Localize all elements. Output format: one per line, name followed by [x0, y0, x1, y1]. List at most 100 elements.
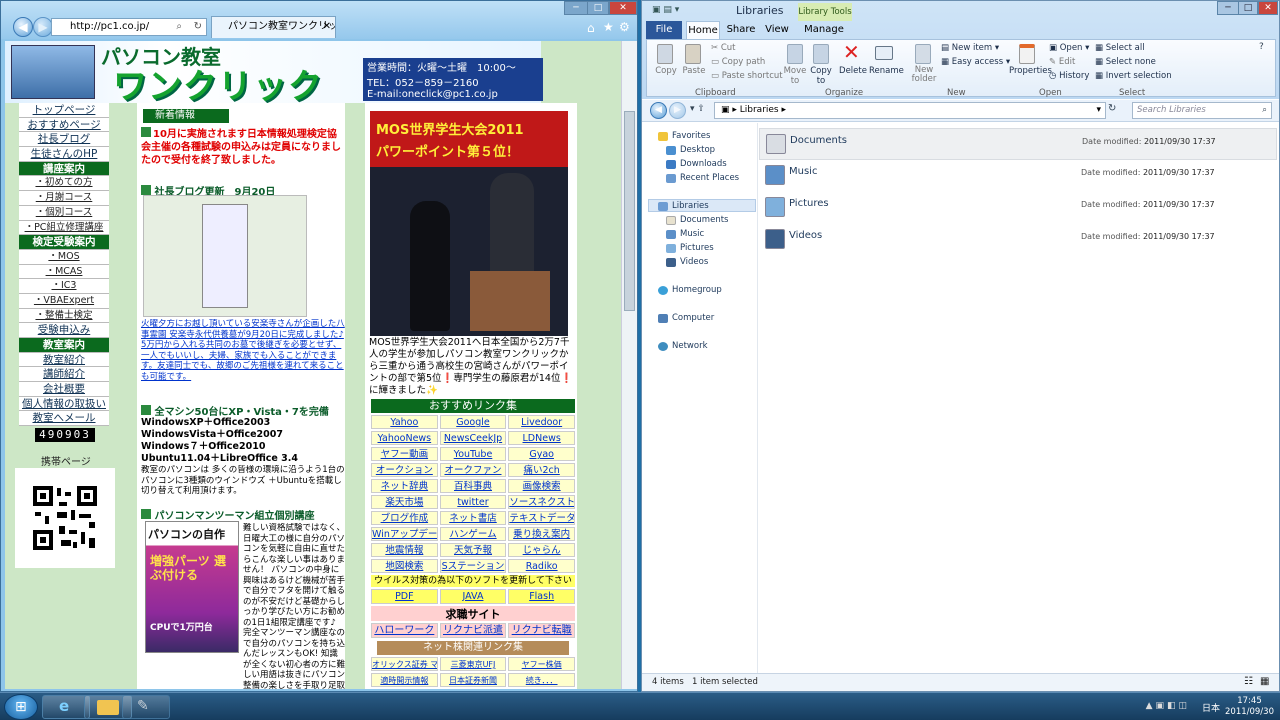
link-item[interactable]: 百科事典	[439, 479, 507, 493]
link-item[interactable]: じゃらん	[508, 543, 575, 557]
tab-manage[interactable]: Manage	[802, 21, 846, 39]
link-item[interactable]: Winアップデート	[371, 527, 438, 541]
link-item[interactable]: Yahoo	[371, 415, 438, 429]
recent-locations-icon[interactable]: ▾ ⇧	[690, 104, 705, 114]
nav-link[interactable]: 個人情報の取扱い	[19, 396, 109, 412]
nav-favorites[interactable]: Favorites	[672, 131, 710, 141]
nav-link[interactable]: ・PC組立修理講座	[19, 220, 109, 236]
tab-share[interactable]: Share	[724, 21, 758, 39]
link-item[interactable]: ネット書店	[439, 511, 507, 525]
minimize-button[interactable]: ─	[1217, 1, 1239, 15]
library-row[interactable]: Documents Date modified: 2011/09/30 17:37	[759, 128, 1277, 160]
address-bar[interactable]: ▣ ▸ Libraries ▸ ▾	[714, 102, 1106, 119]
start-button[interactable]: ⊞	[4, 694, 38, 720]
nav-link[interactable]: ・個別コース	[19, 205, 109, 221]
quick-access-toolbar[interactable]: ▣ ▤ ▾	[652, 5, 702, 17]
library-row[interactable]: Videos Date modified: 2011/09/30 17:37	[759, 224, 1277, 256]
nav-libraries[interactable]: Libraries	[672, 201, 709, 211]
favorites-star-icon[interactable]: ★	[603, 20, 614, 34]
nav-link[interactable]: 会社概要	[19, 382, 109, 397]
search-box[interactable]: Search Libraries ⌕	[1132, 102, 1272, 119]
mos-award-photo[interactable]: MOS世界学生大会2011 パワーポイント第５位！	[370, 111, 568, 336]
nav-link[interactable]: 生徒さんのHP	[19, 147, 109, 162]
link-item[interactable]: 適時開示情報	[371, 673, 438, 687]
link-item[interactable]: Sステーション	[439, 559, 507, 573]
ie-tab[interactable]: パソコン教室ワンクリック ✕	[211, 16, 336, 38]
link-item[interactable]: 画像検索	[508, 479, 575, 493]
address-bar[interactable]: http://pc1.co.jp/ ⌕ ↻	[51, 18, 207, 36]
news-blog-body[interactable]: 火曜夕方にお越し頂いている安楽寺さんが企画した八事霊園 安楽寺永代供養墓が9月2…	[141, 319, 345, 381]
nav-link[interactable]: ・初めての方	[19, 176, 109, 192]
refresh-icon[interactable]: ↻	[194, 19, 202, 35]
rename-button[interactable]: Rename	[869, 66, 904, 76]
link-item[interactable]: オリックス証券 マネックス証券	[371, 657, 438, 671]
link-item[interactable]: リクナビ派遣	[439, 623, 507, 638]
paste-button[interactable]: Paste	[679, 66, 709, 76]
forward-button[interactable]: ▶	[33, 17, 53, 37]
nav-pictures[interactable]: Pictures	[680, 243, 714, 253]
nav-videos[interactable]: Videos	[680, 257, 708, 267]
open-button[interactable]: ▣ Open ▾	[1049, 43, 1089, 53]
link-item[interactable]: 痛い2ch	[508, 463, 575, 477]
easy-access-button[interactable]: ▦ Easy access ▾	[941, 57, 1010, 67]
link-item[interactable]: 地図検索	[371, 559, 438, 573]
link-item[interactable]: オークファン	[439, 463, 507, 477]
nav-recent-places[interactable]: Recent Places	[680, 173, 739, 183]
cut-button[interactable]: ✂ Cut	[711, 43, 735, 53]
close-button[interactable]: ✕	[1258, 1, 1278, 15]
copy-button[interactable]: Copy	[651, 66, 681, 76]
close-button[interactable]: ✕	[609, 1, 637, 15]
nav-link[interactable]: ・MCAS	[19, 264, 109, 280]
link-item[interactable]: 楽天市場	[371, 495, 438, 509]
nav-music[interactable]: Music	[680, 229, 704, 239]
nav-homegroup[interactable]: Homegroup	[672, 285, 722, 295]
link-item[interactable]: ソースネクスト	[508, 495, 575, 509]
tab-home[interactable]: Home	[686, 21, 720, 39]
link-item[interactable]: ハンゲーム	[439, 527, 507, 541]
link-item[interactable]: Radiko	[508, 559, 575, 573]
close-tab-icon[interactable]: ✕	[323, 17, 331, 37]
history-button[interactable]: ◷ History	[1049, 71, 1089, 81]
link-item[interactable]: YahooNews	[371, 431, 438, 445]
delete-button[interactable]: Delete	[837, 66, 869, 76]
nav-link[interactable]: 受験申込み	[19, 323, 109, 338]
link-item[interactable]: オークション	[371, 463, 438, 477]
taskbar-ie-button[interactable]: e	[42, 695, 90, 719]
scroll-thumb[interactable]	[624, 111, 635, 311]
link-item[interactable]: Flash	[508, 589, 575, 604]
nav-link[interactable]: 社長ブログ	[19, 132, 109, 148]
library-row[interactable]: Pictures Date modified: 2011/09/30 17:37	[759, 192, 1277, 224]
maximize-button[interactable]: □	[1238, 1, 1258, 15]
taskbar-app-button[interactable]: ✎	[122, 695, 170, 719]
copy-path-button[interactable]: ▭ Copy path	[711, 57, 765, 67]
nav-link[interactable]: ・VBAExpert	[19, 293, 109, 309]
link-item[interactable]: NewsCeekJp	[439, 431, 507, 445]
system-tray-icons[interactable]: ▲▣◧◫	[1146, 701, 1190, 711]
nav-computer[interactable]: Computer	[672, 313, 714, 323]
link-item[interactable]: 地震情報	[371, 543, 438, 557]
link-item[interactable]: ハローワーク	[371, 623, 438, 638]
minimize-button[interactable]: ─	[564, 1, 588, 15]
link-item[interactable]: ブログ作成	[371, 511, 438, 525]
nav-downloads[interactable]: Downloads	[680, 159, 727, 169]
nav-link[interactable]: 講師紹介	[19, 367, 109, 383]
nav-link[interactable]: ・MOS	[19, 249, 109, 265]
tab-view[interactable]: View	[762, 21, 792, 39]
language-indicator[interactable]: 日本	[1202, 701, 1220, 714]
invert-selection-button[interactable]: ▦ Invert selection	[1095, 71, 1172, 81]
nav-link[interactable]: ・IC3	[19, 279, 109, 294]
link-item[interactable]: テキストデータ	[508, 511, 575, 525]
nav-desktop[interactable]: Desktop	[680, 145, 715, 155]
home-icon[interactable]: ⌂	[587, 21, 595, 35]
search-icon[interactable]: ⌕	[176, 19, 182, 35]
help-icon[interactable]: ?	[1259, 42, 1264, 52]
link-item[interactable]: 日本証券新聞	[439, 673, 507, 687]
copy-to-button[interactable]: Copy to	[805, 66, 837, 86]
nav-link[interactable]: ・整備士検定	[19, 308, 109, 324]
nav-link[interactable]: 教室紹介	[19, 352, 109, 368]
new-folder-button[interactable]: New folder	[907, 66, 941, 84]
details-view-icon[interactable]: ☷	[1244, 674, 1253, 690]
link-item[interactable]: ヤフー株価	[508, 657, 575, 671]
qr-code[interactable]	[15, 468, 115, 568]
link-item[interactable]: ヤフー動画	[371, 447, 438, 461]
